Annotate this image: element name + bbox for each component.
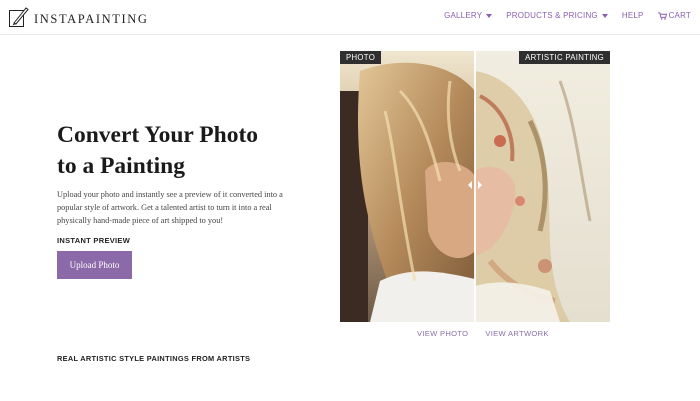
main-nav: GALLERY PRODUCTS & PRICING HELP CART xyxy=(444,11,691,20)
hero-description: Upload your photo and instantly see a pr… xyxy=(57,190,283,225)
hero-title-line-1: Convert Your Photo xyxy=(57,122,259,148)
paintbrush-logo-icon xyxy=(9,7,29,27)
top-navigation-bar: INSTAPAINTING GALLERY PRODUCTS & PRICING… xyxy=(0,0,700,35)
nav-products-pricing[interactable]: PRODUCTS & PRICING xyxy=(506,11,608,20)
arrow-left-icon xyxy=(468,181,472,189)
cart-icon xyxy=(657,11,667,20)
hero-title-line-2: to a Painting xyxy=(57,153,185,179)
nav-help-label: HELP xyxy=(621,11,644,20)
upload-photo-button[interactable]: Upload Photo xyxy=(57,251,132,279)
artistic-painting-badge: ARTISTIC PAINTING xyxy=(519,51,610,64)
hero-title: Convert Your Photo to a Painting xyxy=(57,120,317,182)
nav-help[interactable]: HELP xyxy=(622,11,644,20)
caret-down-icon xyxy=(601,13,608,18)
photo-painting-comparison[interactable]: PHOTO ARTISTIC PAINTING xyxy=(340,51,610,322)
arrow-right-icon xyxy=(478,181,482,189)
nav-cart[interactable]: CART xyxy=(657,11,691,20)
view-photo-link[interactable]: VIEW PHOTO xyxy=(417,329,468,338)
section-title: REAL ARTISTIC STYLE PAINTINGS FROM ARTIS… xyxy=(57,354,251,363)
logo-text: INSTAPAINTING xyxy=(34,11,149,26)
nav-products-pricing-label: PRODUCTS & PRICING xyxy=(506,11,598,20)
photo-badge: PHOTO xyxy=(340,51,382,64)
caret-down-icon xyxy=(486,13,493,18)
nav-gallery-label: GALLERY xyxy=(444,11,483,20)
view-toggle-links: VIEW PHOTO VIEW ARTWORK xyxy=(417,329,549,338)
view-artwork-link[interactable]: VIEW ARTWORK xyxy=(485,329,548,338)
slider-handle[interactable] xyxy=(468,178,482,192)
nav-gallery[interactable]: GALLERY xyxy=(444,11,493,20)
logo[interactable]: INSTAPAINTING xyxy=(8,5,148,29)
instant-preview-label: INSTANT PREVIEW xyxy=(57,236,131,245)
nav-cart-label: CART xyxy=(668,11,691,20)
